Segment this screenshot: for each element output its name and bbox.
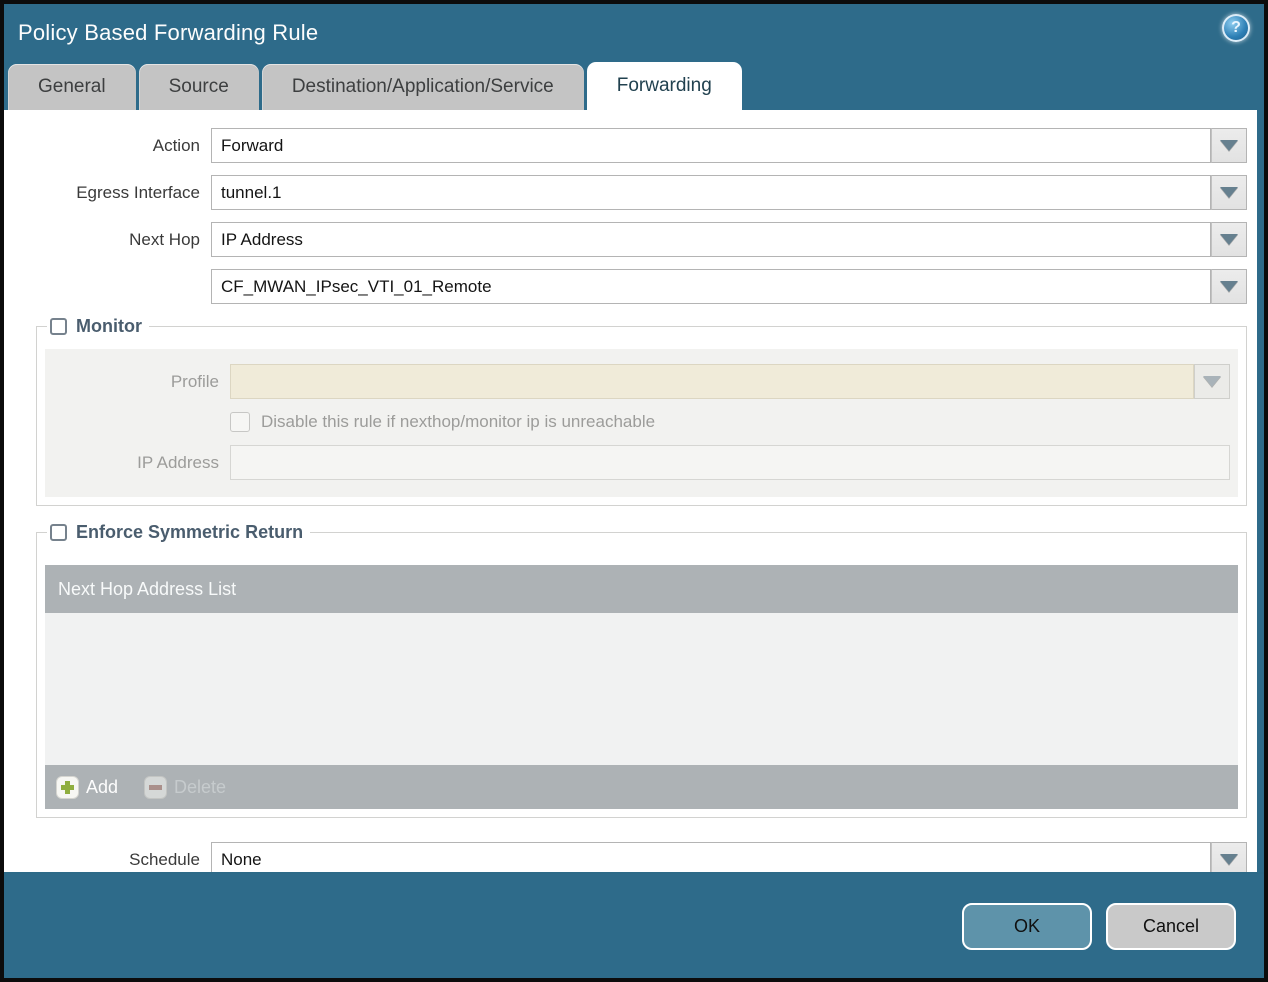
tab-bar: General Source Destination/Application/S…: [4, 62, 1264, 110]
dialog-window: Policy Based Forwarding Rule ? General S…: [0, 0, 1268, 982]
next-hop-label: Next Hop: [129, 229, 200, 249]
plus-icon: [56, 775, 79, 799]
schedule-combo: None: [211, 842, 1247, 872]
chevron-down-icon: [1220, 854, 1238, 865]
chevron-down-icon: [1220, 187, 1238, 198]
table-body: [45, 613, 1238, 765]
next-hop-combo: IP Address: [211, 222, 1247, 257]
tab-label: Source: [168, 76, 229, 97]
tab-general[interactable]: General: [8, 64, 136, 110]
cancel-button[interactable]: Cancel: [1106, 902, 1236, 950]
ok-button[interactable]: OK: [962, 902, 1092, 950]
schedule-dropdown-button[interactable]: [1211, 842, 1247, 872]
delete-button: Delete: [144, 775, 227, 799]
disable-rule-label: Disable this rule if nexthop/monitor ip …: [261, 412, 656, 431]
egress-interface-row: Egress Interface tunnel.1: [36, 175, 1247, 210]
tab-destination-application-service[interactable]: Destination/Application/Service: [261, 64, 584, 110]
action-row: Action Forward: [36, 128, 1247, 163]
schedule-label: Schedule: [129, 849, 200, 869]
monitor-legend: Monitor: [47, 316, 149, 337]
egress-interface-combo: tunnel.1: [211, 175, 1247, 210]
content-panel: Action Forward Egress Interface tunnel.1…: [4, 110, 1257, 872]
monitor-fieldset: Monitor Profile Disable this rule if nex…: [36, 316, 1247, 506]
symmetric-return-legend-label: Enforce Symmetric Return: [76, 522, 304, 542]
next-hop-address-combo: CF_MWAN_IPsec_VTI_01_Remote: [211, 269, 1247, 304]
chevron-down-icon: [1220, 234, 1238, 245]
monitor-ip-address-input: [230, 445, 1230, 480]
chevron-down-icon: [1220, 140, 1238, 151]
table-header: Next Hop Address List: [45, 565, 1238, 613]
egress-interface-label: Egress Interface: [76, 182, 200, 202]
next-hop-row: Next Hop IP Address: [36, 222, 1247, 257]
tab-label: Destination/Application/Service: [291, 76, 554, 97]
next-hop-address-dropdown-button[interactable]: [1211, 269, 1247, 304]
tab-label: Forwarding: [616, 75, 712, 96]
add-button-label: Add: [86, 776, 119, 797]
profile-label: Profile: [170, 371, 219, 391]
profile-combo: [230, 364, 1230, 399]
footer-bar: OK Cancel: [4, 872, 1264, 978]
next-hop-address-row: CF_MWAN_IPsec_VTI_01_Remote: [36, 269, 1247, 304]
monitor-ip-address-row: IP Address: [45, 445, 1230, 480]
next-hop-value[interactable]: IP Address: [211, 222, 1211, 257]
chevron-down-icon: [1203, 376, 1221, 387]
schedule-row: Schedule None: [36, 842, 1247, 872]
symmetric-return-fieldset: Enforce Symmetric Return Next Hop Addres…: [36, 522, 1247, 818]
table-header-label: Next Hop Address List: [58, 578, 237, 599]
profile-dropdown-button: [1194, 364, 1230, 399]
egress-interface-value[interactable]: tunnel.1: [211, 175, 1211, 210]
monitor-checkbox[interactable]: [50, 318, 67, 335]
tab-source[interactable]: Source: [138, 64, 259, 110]
symmetric-return-legend: Enforce Symmetric Return: [47, 522, 310, 543]
profile-value: [230, 364, 1194, 399]
action-label: Action: [152, 135, 200, 155]
monitor-legend-label: Monitor: [76, 316, 142, 336]
next-hop-address-value[interactable]: CF_MWAN_IPsec_VTI_01_Remote: [211, 269, 1211, 304]
action-value[interactable]: Forward: [211, 128, 1211, 163]
next-hop-dropdown-button[interactable]: [1211, 222, 1247, 257]
disable-rule-row: Disable this rule if nexthop/monitor ip …: [45, 412, 1230, 432]
monitor-box: Profile Disable this rule if nexthop/mon…: [45, 349, 1238, 497]
titlebar: Policy Based Forwarding Rule ?: [4, 4, 1264, 62]
dialog-title: Policy Based Forwarding Rule: [18, 20, 319, 45]
chevron-down-icon: [1220, 281, 1238, 292]
tab-label: General: [38, 76, 106, 97]
action-dropdown-button[interactable]: [1211, 128, 1247, 163]
schedule-value[interactable]: None: [211, 842, 1211, 872]
add-button[interactable]: Add: [56, 775, 119, 799]
monitor-ip-address-label: IP Address: [137, 452, 219, 472]
action-combo: Forward: [211, 128, 1247, 163]
tab-forwarding[interactable]: Forwarding: [586, 62, 742, 110]
disable-rule-checkbox: [230, 412, 250, 432]
delete-button-label: Delete: [174, 776, 227, 797]
next-hop-address-list-table: Next Hop Address List Add Delete: [45, 565, 1238, 809]
minus-icon: [144, 775, 168, 799]
table-toolbar: Add Delete: [45, 765, 1238, 809]
help-icon[interactable]: ?: [1222, 14, 1250, 42]
egress-interface-dropdown-button[interactable]: [1211, 175, 1247, 210]
symmetric-return-checkbox[interactable]: [50, 524, 67, 541]
profile-row: Profile: [45, 364, 1230, 399]
